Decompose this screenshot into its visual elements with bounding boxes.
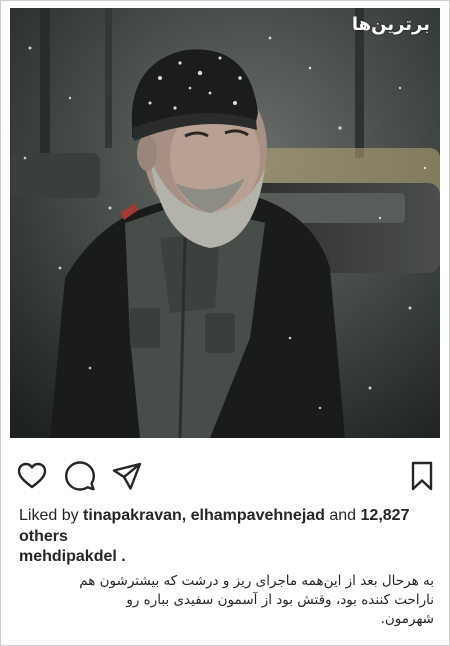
liker-link-1[interactable]: tinapakravan (83, 507, 182, 524)
post-actions-bar (14, 460, 434, 492)
likes-summary: Liked by tinapakravan, elhampavehnejad a… (19, 505, 439, 547)
caption-line: ناراحت کننده بود، وقتش بود از آسمون سفید… (126, 592, 434, 608)
likes-prefix: Liked by (19, 507, 84, 524)
caption-username[interactable]: mehdipakdel (19, 548, 117, 565)
comment-icon[interactable] (64, 460, 96, 492)
caption-username-row: mehdipakdel . (19, 548, 126, 566)
post-photo[interactable]: برترین‌ها (10, 8, 440, 438)
likes-and: and (324, 507, 361, 524)
caption-line: به هرحال بعد از این‌همه ماجرای ریز و درش… (79, 573, 434, 589)
likes-separator: , (181, 507, 191, 524)
liker-link-2[interactable]: elhampavehnejad (191, 507, 325, 524)
caption-text: به هرحال بعد از این‌همه ماجرای ریز و درش… (34, 572, 434, 629)
caption-suffix: . (116, 548, 126, 565)
share-icon[interactable] (111, 460, 143, 492)
watermark-logo: برترین‌ها (351, 14, 431, 35)
caption-line: شهرمون. (380, 611, 434, 627)
photo-illustration (10, 8, 440, 438)
bookmark-icon[interactable] (406, 460, 438, 492)
heart-icon[interactable] (16, 460, 48, 492)
